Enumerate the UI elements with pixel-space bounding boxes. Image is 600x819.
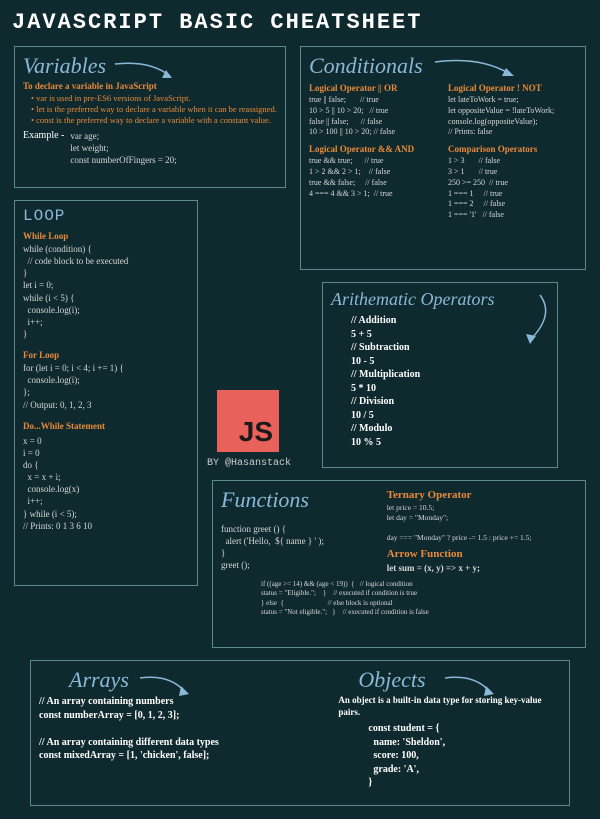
page-title: JAVASCRIPT BASIC CHEATSHEET bbox=[12, 10, 588, 35]
arithmetic-code: // Addition 5 + 5 // Subtraction 10 - 5 … bbox=[351, 314, 549, 449]
while-heading: While Loop bbox=[23, 231, 189, 241]
cmp-code: 1 > 3 // false 3 > 1 // true 250 >= 250 … bbox=[448, 156, 577, 221]
bullet: const is the preferred way to declare a … bbox=[31, 115, 277, 126]
objects-intro: An object is a built-in data type for st… bbox=[338, 695, 561, 718]
ternary-heading: Ternary Operator bbox=[387, 489, 577, 501]
arithmetic-heading: Arithematic Operators bbox=[331, 289, 549, 310]
functions-box: Functions function greet () { alert ('He… bbox=[212, 480, 586, 648]
arrow-code: let sum = (x, y) => x + y; bbox=[387, 562, 577, 574]
and-heading: Logical Operator && AND bbox=[309, 144, 438, 154]
arrays-objects-box: Arrays // An array containing numbers co… bbox=[30, 660, 570, 806]
variables-heading: Variables bbox=[23, 53, 277, 79]
variables-box: Variables To declare a variable in JavaS… bbox=[14, 46, 286, 188]
variables-intro: To declare a variable in JavaScript bbox=[23, 81, 277, 91]
do-code: x = 0 i = 0 do { x = x + i; console.log(… bbox=[23, 435, 189, 532]
for-code: for (let i = 0; i < 4; i += 1) { console… bbox=[23, 362, 189, 411]
objects-code: const student = { name: 'Sheldon', score… bbox=[368, 722, 561, 790]
example-label: Example - bbox=[23, 130, 64, 166]
byline: BY @Hasanstack bbox=[207, 458, 291, 469]
not-heading: Logical Operator ! NOT bbox=[448, 83, 577, 93]
arrays-code: // An array containing numbers const num… bbox=[39, 695, 328, 763]
loop-box: LOOP While Loop while (condition) { // c… bbox=[14, 200, 198, 586]
ternary-code: let price = 10.5; let day = "Monday"; da… bbox=[387, 503, 577, 544]
arrays-heading: Arrays bbox=[69, 667, 328, 693]
or-code: true || false; // true 10 > 5 || 10 > 20… bbox=[309, 95, 438, 138]
objects-heading: Objects bbox=[358, 667, 561, 693]
variables-example-code: var age; let weight; const numberOfFinge… bbox=[70, 130, 176, 166]
or-heading: Logical Operator || OR bbox=[309, 83, 438, 93]
bullet: var is used in pre-ES6 versions of JavaS… bbox=[31, 93, 277, 104]
while-code: while (condition) { // code block to be … bbox=[23, 243, 189, 340]
arrow-heading: Arrow Function bbox=[387, 548, 577, 560]
do-heading: Do...While Statement bbox=[23, 421, 189, 431]
variables-bullets: var is used in pre-ES6 versions of JavaS… bbox=[23, 93, 277, 126]
conditionals-heading: Conditionals bbox=[309, 53, 577, 79]
for-heading: For Loop bbox=[23, 350, 189, 360]
bullet: let is the preferred way to declare a va… bbox=[31, 104, 277, 115]
conditionals-box: Conditionals Logical Operator || OR true… bbox=[300, 46, 586, 270]
loop-heading: LOOP bbox=[23, 207, 189, 225]
js-logo: JS bbox=[217, 390, 279, 452]
functions-code: function greet () { alert ('Hello, ${ na… bbox=[221, 523, 377, 572]
if-code: if ((age >= 14) && (age < 19)) { // logi… bbox=[261, 580, 577, 618]
and-code: true && true; // true 1 > 2 && 2 > 1; //… bbox=[309, 156, 438, 199]
cmp-heading: Comparison Operators bbox=[448, 144, 577, 154]
functions-heading: Functions bbox=[221, 487, 377, 513]
not-code: let lateToWork = true; let oppositeValue… bbox=[448, 95, 577, 138]
arithmetic-box: Arithematic Operators // Addition 5 + 5 … bbox=[322, 282, 558, 468]
